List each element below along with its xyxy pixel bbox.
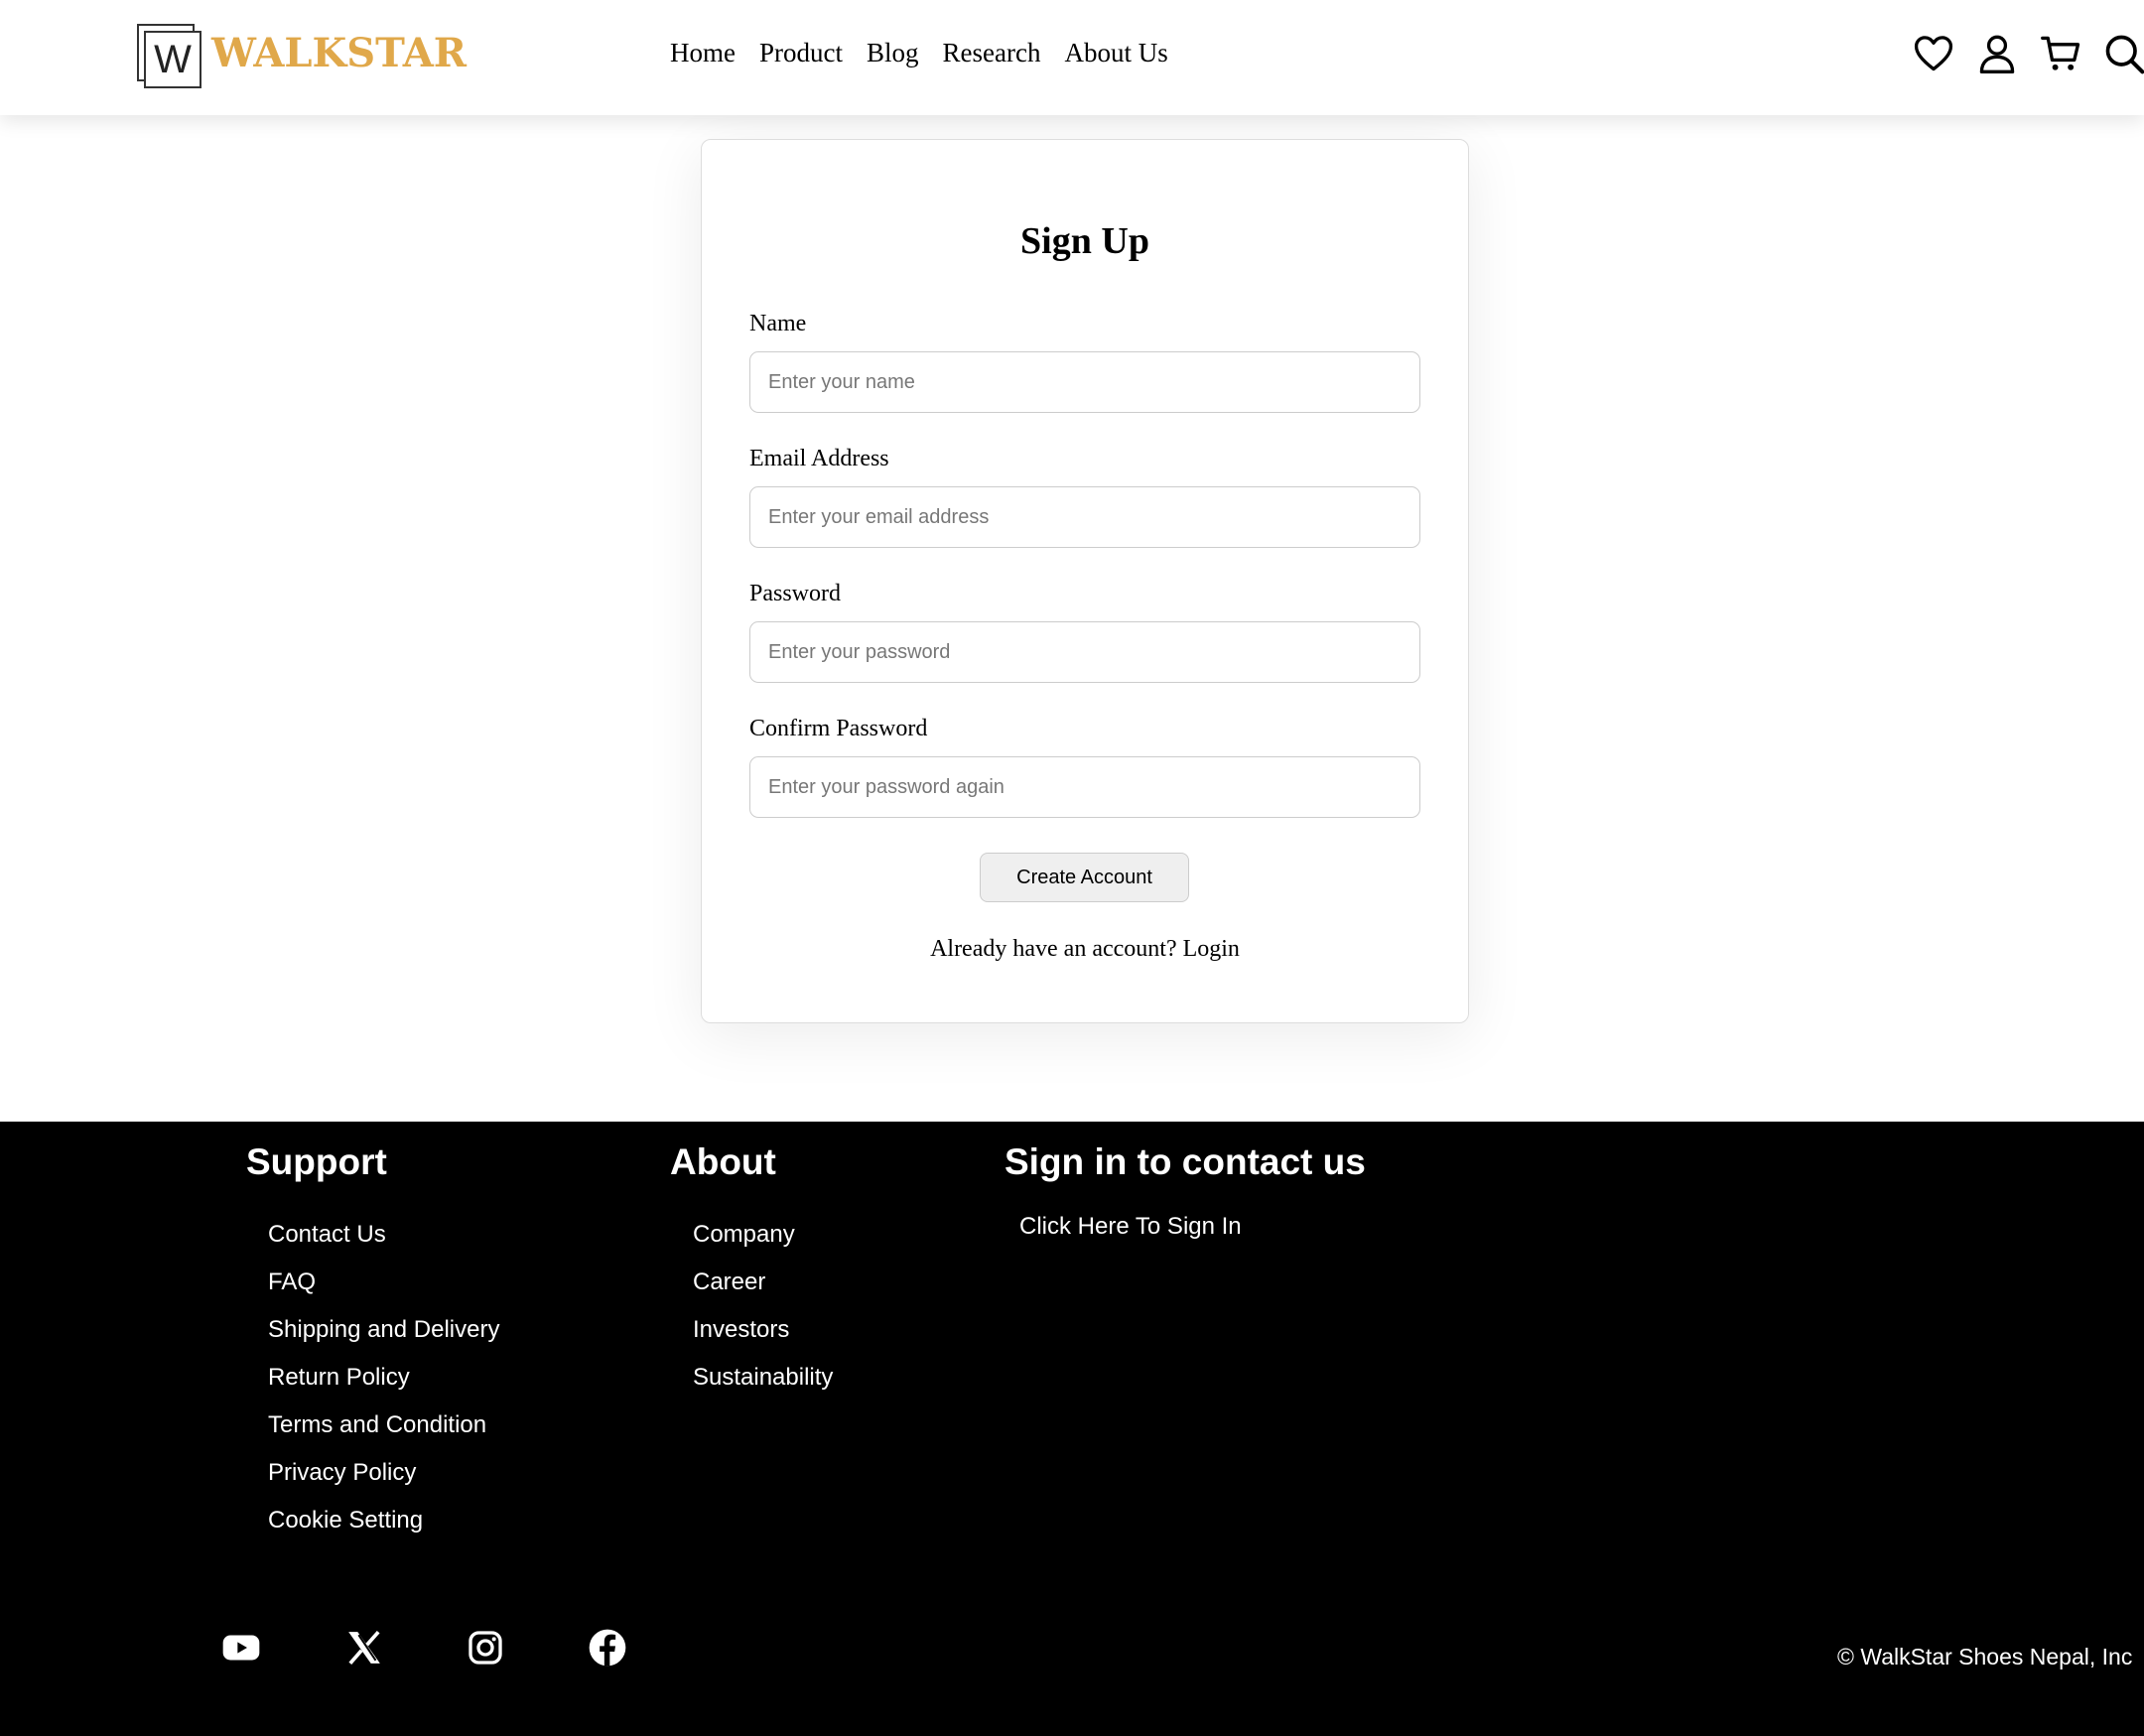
confirm-password-label: Confirm Password — [749, 716, 928, 741]
cart-icon[interactable] — [2040, 32, 2083, 75]
nav-home[interactable]: Home — [670, 38, 736, 68]
site-header: W WALKSTAR Home Product Blog Research Ab… — [0, 0, 2144, 115]
create-account-button[interactable]: Create Account — [980, 853, 1189, 902]
password-input[interactable] — [749, 621, 1420, 683]
email-label: Email Address — [749, 446, 889, 471]
footer-link-privacy[interactable]: Privacy Policy — [268, 1461, 499, 1509]
nav-about-us[interactable]: About Us — [1064, 38, 1167, 68]
email-input[interactable] — [749, 486, 1420, 548]
brand-name[interactable]: WALKSTAR — [211, 30, 467, 76]
logo-icon[interactable]: W — [137, 24, 202, 89]
nav-blog[interactable]: Blog — [867, 38, 919, 68]
name-input[interactable] — [749, 351, 1420, 413]
user-icon[interactable] — [1975, 32, 2019, 75]
search-icon[interactable] — [2102, 32, 2144, 75]
site-footer: Support Contact Us FAQ Shipping and Deli… — [0, 1122, 2144, 1736]
footer-link-sustainability[interactable]: Sustainability — [693, 1366, 833, 1413]
nav-product[interactable]: Product — [759, 38, 843, 68]
footer-link-cookie[interactable]: Cookie Setting — [268, 1509, 499, 1556]
footer-link-terms[interactable]: Terms and Condition — [268, 1413, 499, 1461]
password-label: Password — [749, 581, 842, 606]
main-nav: Home Product Blog Research About Us — [670, 38, 1168, 68]
login-link[interactable]: Already have an account? Login — [702, 936, 1468, 963]
confirm-password-input[interactable] — [749, 756, 1420, 818]
footer-support-list: Contact Us FAQ Shipping and Delivery Ret… — [268, 1223, 499, 1556]
instagram-icon[interactable] — [466, 1628, 505, 1668]
x-icon[interactable] — [344, 1628, 384, 1668]
signup-card: Sign Up Name Email Address Password Conf… — [701, 139, 1469, 1023]
youtube-icon[interactable] — [221, 1628, 261, 1668]
copyright-text: © WalkStar Shoes Nepal, Inc — [1837, 1644, 2133, 1669]
footer-sign-in-link[interactable]: Click Here To Sign In — [1019, 1213, 1242, 1241]
name-label: Name — [749, 311, 807, 336]
footer-link-company[interactable]: Company — [693, 1223, 833, 1270]
nav-research[interactable]: Research — [943, 38, 1041, 68]
footer-contact-heading: Sign in to contact us — [1005, 1141, 1366, 1182]
footer-link-contact-us[interactable]: Contact Us — [268, 1223, 499, 1270]
footer-link-shipping[interactable]: Shipping and Delivery — [268, 1318, 499, 1366]
footer-link-investors[interactable]: Investors — [693, 1318, 833, 1366]
footer-link-career[interactable]: Career — [693, 1270, 833, 1318]
page-title: Sign Up — [1020, 220, 1149, 262]
heart-icon[interactable] — [1912, 32, 1955, 75]
footer-about-list: Company Career Investors Sustainability — [693, 1223, 833, 1413]
footer-about-heading: About — [670, 1141, 776, 1182]
logo-letter: W — [154, 37, 192, 81]
footer-link-return-policy[interactable]: Return Policy — [268, 1366, 499, 1413]
footer-link-faq[interactable]: FAQ — [268, 1270, 499, 1318]
footer-support-heading: Support — [246, 1141, 387, 1182]
facebook-icon[interactable] — [588, 1628, 627, 1668]
